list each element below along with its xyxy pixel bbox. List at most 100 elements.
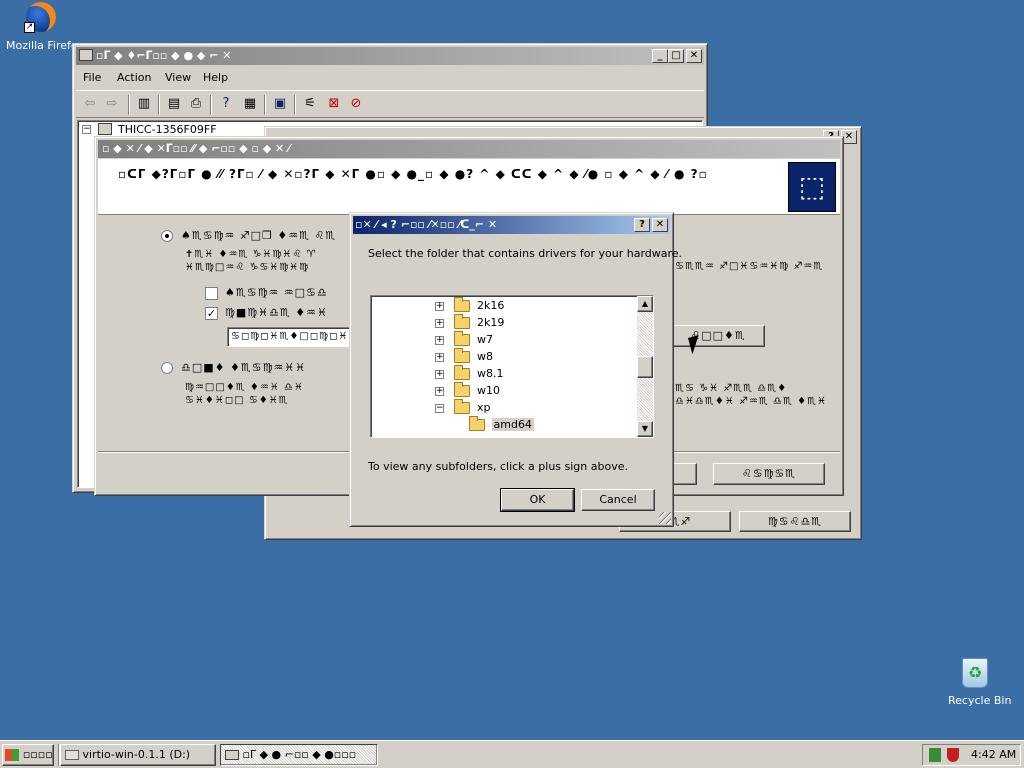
menu-help[interactable]: Help	[203, 71, 228, 84]
tree-row-xp[interactable]: − xp	[435, 399, 491, 416]
computer-node-icon	[98, 123, 112, 135]
background-wizard-cancel-button[interactable]: ♍♋♌♎♏	[739, 511, 851, 532]
resize-grip-icon[interactable]	[659, 512, 671, 524]
search-removable-checkbox[interactable]	[205, 287, 218, 300]
open-folder-icon	[453, 399, 470, 414]
browse-folder-dialog: ▫✕ ⁄ ◂ ? ⌐▫▫ ⁄✕▫▫ ⁄ᑕ_⌐ ✕ ? ✕ Select the …	[349, 212, 682, 527]
wizard-next-button[interactable]: ♌♋♍♋♏	[713, 463, 825, 485]
menu-action[interactable]: Action	[117, 71, 151, 84]
expand-icon[interactable]: +	[435, 335, 444, 345]
forward-icon[interactable]: ⇨	[104, 96, 120, 112]
drive-icon	[65, 750, 79, 760]
menu-view[interactable]: View	[165, 71, 191, 84]
collapse-icon[interactable]: −	[82, 125, 91, 134]
option-search-label: ♠♏♋♍♒ ♐□❒ ♦♒♏ ♌♏	[181, 229, 337, 242]
wizard-titlebar: ▫ ◆ ✕ ⁄ ◆ ✕ᒥ▫▫ ⁄⁄ ◆ ⌐▫▫ ◆ ▫ ◆ ✕ ⁄	[98, 140, 840, 158]
taskbar-task-device-manager[interactable]: ▫ᒥ ◆ ● ⌐▫▫ ◆ ●▫▫▫	[220, 744, 378, 766]
tree-row-w8-1[interactable]: + w8.1	[435, 365, 504, 382]
wizard-header: ▫ᑕᒥ ◆?ᒥ▫ᒥ ● ⁄⁄ ?ᒥ▫ ⁄ ◆ ✕▫?ᒥ ◆ ✕ᒥ ●▫ ◆ ●_…	[98, 159, 840, 215]
tree-row-2k19[interactable]: + 2k19	[435, 314, 504, 331]
print-icon[interactable]: ⎙	[188, 96, 204, 112]
scroll-up-button[interactable]: ▲	[637, 296, 653, 312]
show-hide-tree-icon[interactable]: ▥	[136, 96, 152, 112]
recycle-bin-icon: ♻	[962, 658, 988, 688]
minimize-button[interactable]: _	[652, 49, 668, 63]
scroll-thumb[interactable]	[637, 356, 653, 378]
right-desc-3: ♎♓♎♏♦♓ ♐♒♏ ♎♏ ♦♏♓	[675, 396, 825, 407]
maximize-button[interactable]: □	[668, 49, 684, 63]
scan-hardware-icon[interactable]: ▣	[272, 96, 288, 112]
expand-icon[interactable]: +	[435, 318, 444, 328]
folder-icon	[453, 297, 470, 312]
tree-vertical-scrollbar[interactable]: ▲ ▼	[637, 296, 653, 437]
hardware-wizard-icon: ⬚	[788, 162, 836, 212]
properties-icon[interactable]: ▤	[166, 96, 182, 112]
folder-tree: + 2k16 + 2k19 + w7 + w8 + w8.1 + w10 − x…	[370, 295, 654, 438]
option-manual-desc-2: ♋♓♦♓◻□ ♋♦♓♏	[185, 395, 289, 406]
taskbar: ▫▫▫▫ virtio-win-0.1.1 (D:) ▫ᒥ ◆ ● ⌐▫▫ ◆ …	[0, 740, 1024, 768]
location-path-input[interactable]: ♋◻♍◻♓♏♦□◻♍◻♓♏	[227, 327, 353, 347]
windows-logo-icon	[5, 749, 19, 761]
include-location-checkbox[interactable]: ✓	[205, 307, 218, 320]
browse-button[interactable]: ♌□□♦♏	[671, 325, 765, 347]
folder-icon	[469, 416, 485, 431]
start-button[interactable]: ▫▫▫▫	[2, 744, 54, 766]
dialog-close-button[interactable]: ✕	[652, 218, 668, 232]
device-manager-title: ▫ᒥ ◆ ♦⌐ᒥ▫▫ ◆ ● ◆ ⌐ ✕	[96, 49, 232, 62]
firefox-desktop-icon[interactable]: ↗ Mozilla Firefox	[4, 2, 84, 54]
folder-icon	[453, 348, 470, 363]
recycle-bin-label: Recycle Bin	[948, 694, 1012, 707]
dialog-instruction: Select the folder that contains drivers …	[368, 247, 683, 260]
view-icon[interactable]: ▦	[242, 96, 258, 112]
collapse-icon[interactable]: −	[435, 403, 444, 413]
close-button[interactable]: ✕	[686, 49, 702, 63]
shortcut-arrow-icon: ↗	[24, 22, 35, 33]
uninstall-icon[interactable]: ⊠	[326, 96, 342, 112]
taskbar-task-virtio[interactable]: virtio-win-0.1.1 (D:)	[60, 744, 216, 766]
folder-icon	[453, 331, 470, 346]
folder-icon	[453, 382, 470, 397]
device-manager-titlebar: ▫ᒥ ◆ ♦⌐ᒥ▫▫ ◆ ● ◆ ⌐ ✕ _ □ ✕	[76, 47, 704, 65]
wizard-header-text: ▫ᑕᒥ ◆?ᒥ▫ᒥ ● ⁄⁄ ?ᒥ▫ ⁄ ◆ ✕▫?ᒥ ◆ ✕ᒥ ●▫ ◆ ●_…	[118, 167, 708, 181]
option-search-desc-1: ✝♏♓ ♦♒♏ ♑♓♍♓♌ ♈	[185, 249, 317, 260]
option-manual-radio[interactable]	[161, 362, 173, 374]
tree-root-label[interactable]: THICC-1356F09FF	[118, 123, 217, 136]
tree-row-w10[interactable]: + w10	[435, 382, 500, 399]
dialog-help-button[interactable]: ?	[634, 218, 650, 232]
expand-icon[interactable]: +	[435, 386, 444, 396]
dialog-title: ▫✕ ⁄ ◂ ? ⌐▫▫ ⁄✕▫▫ ⁄ᑕ_⌐ ✕	[355, 218, 498, 231]
include-location-label: ♍■♍♓♎♏ ♦♒♓	[225, 306, 328, 319]
security-shield-icon[interactable]	[947, 748, 959, 762]
tree-row-amd64[interactable]: amd64	[469, 416, 534, 433]
right-desc-1: ♋♏♏♒ ♐□♓♋♒♓♍ ♐♒♏	[675, 261, 824, 272]
network-tray-icon[interactable]	[929, 748, 941, 762]
menu-file[interactable]: File	[83, 71, 101, 84]
cancel-button[interactable]: Cancel	[581, 489, 655, 511]
tree-row-2k16[interactable]: + 2k16	[435, 297, 504, 314]
tree-row-w7[interactable]: + w7	[435, 331, 493, 348]
clock: 4:42 AM	[971, 748, 1017, 761]
system-tray: 4:42 AM	[922, 744, 1021, 766]
right-desc-2: ♏♋ ♑♓ ♐♏♏ ♎♏♦	[675, 383, 788, 394]
option-manual-desc-1: ♍♒□□♦♏ ♦♒♓ ♎♓	[185, 382, 304, 393]
ok-button[interactable]: OK	[500, 488, 575, 512]
option-search-desc-2: ♓♏♍□♒♌ ♑♋♓♍♓♍	[185, 262, 310, 273]
computer-icon	[79, 49, 93, 61]
disable-icon[interactable]: ⊘	[348, 96, 364, 112]
computer-icon	[225, 750, 239, 760]
recycle-bin-desktop-icon[interactable]: ♻ Recycle Bin	[940, 656, 1016, 712]
back-icon[interactable]: ⇦	[82, 96, 98, 112]
folder-icon	[453, 365, 470, 380]
option-search-radio[interactable]	[161, 230, 173, 242]
option-manual-label: ♎□■♦ ♦♏♋♍♒♓♓	[181, 361, 307, 374]
tree-row-w8[interactable]: + w8	[435, 348, 493, 365]
wizard-title: ▫ ◆ ✕ ⁄ ◆ ✕ᒥ▫▫ ⁄⁄ ◆ ⌐▫▫ ◆ ▫ ◆ ✕ ⁄	[102, 142, 290, 155]
expand-icon[interactable]: +	[435, 369, 444, 379]
toolbar: ⇦ ⇨ ▥ ▤ ⎙ ? ▦ ▣ ⚟ ⊠ ⊘	[76, 90, 704, 118]
scroll-down-button[interactable]: ▼	[637, 421, 653, 437]
dialog-titlebar: ▫✕ ⁄ ◂ ? ⌐▫▫ ⁄✕▫▫ ⁄ᑕ_⌐ ✕ ? ✕	[353, 216, 670, 234]
expand-icon[interactable]: +	[435, 301, 444, 311]
help-icon[interactable]: ?	[218, 96, 234, 112]
expand-icon[interactable]: +	[435, 352, 444, 362]
update-driver-icon[interactable]: ⚟	[302, 96, 318, 112]
